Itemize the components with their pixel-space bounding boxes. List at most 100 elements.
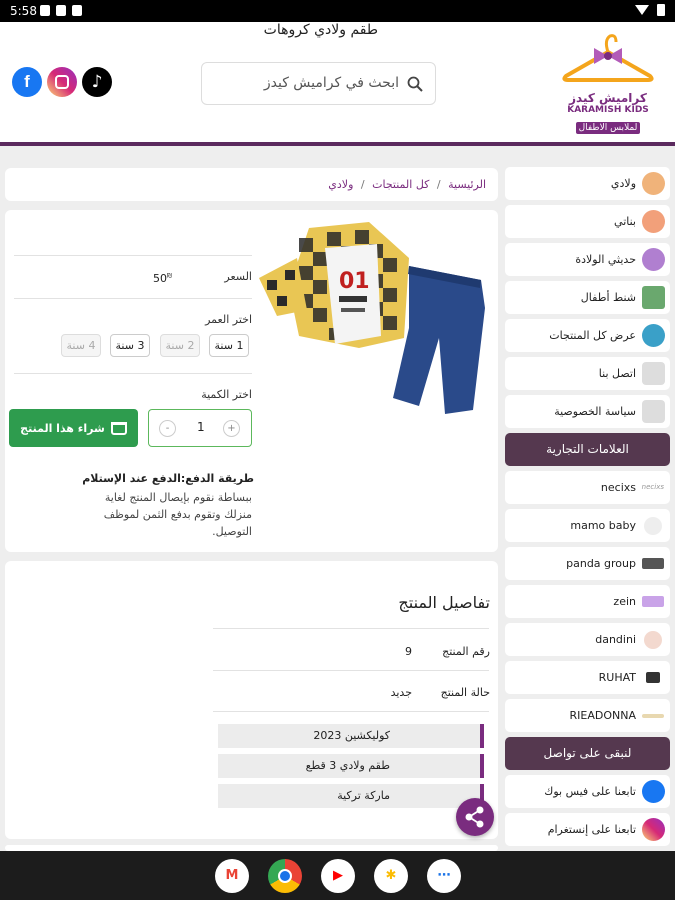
sidebar-item-label: عرض كل المنتجات bbox=[549, 329, 636, 342]
status-bar: 5:58 bbox=[0, 0, 675, 22]
brand-item-mamo-baby[interactable]: mamo baby bbox=[505, 509, 670, 542]
contact-heading: لنبقى على تواصل bbox=[505, 737, 670, 770]
share-icon bbox=[465, 806, 484, 828]
brand-item-ruhat[interactable]: RUHAT bbox=[505, 661, 670, 694]
notification-icons bbox=[40, 5, 82, 16]
breadcrumb-home[interactable]: الرئيسية bbox=[448, 178, 486, 191]
sidebar-item-newborn[interactable]: حديثي الولادة bbox=[505, 243, 670, 276]
sidebar-item-bags[interactable]: شنط أطفال bbox=[505, 281, 670, 314]
brand-label: mamo baby bbox=[570, 519, 636, 532]
app-drawer-icon[interactable]: ⋯ bbox=[427, 859, 461, 893]
brand-label: dandini bbox=[595, 633, 636, 646]
detail-label: رقم المنتج bbox=[442, 645, 490, 658]
sidebar-item-label: بناتي bbox=[614, 215, 636, 228]
ruhat-logo bbox=[646, 672, 660, 683]
bag-icon bbox=[642, 286, 665, 309]
boy-icon bbox=[642, 172, 665, 195]
sidebar-item-label: سياسة الخصوصية bbox=[554, 405, 636, 418]
detail-label: حالة المنتج bbox=[440, 686, 490, 699]
buy-button-label: شراء هذا المنتج bbox=[20, 421, 105, 435]
quantity-decrease-button[interactable]: - bbox=[159, 420, 176, 437]
sidebar-item-label: ولادي bbox=[610, 177, 636, 190]
product-image[interactable]: 01 bbox=[259, 218, 491, 418]
status-time: 5:58 bbox=[10, 4, 37, 18]
logo-english-text: KARAMISH KIDS bbox=[567, 105, 649, 115]
share-button[interactable] bbox=[456, 798, 494, 836]
settings-icon bbox=[40, 5, 50, 16]
breadcrumb-current[interactable]: ولادي bbox=[328, 178, 353, 191]
product-tag[interactable]: كوليكشين 2023 bbox=[218, 724, 484, 748]
buy-button[interactable]: شراء هذا المنتج bbox=[9, 409, 138, 447]
photos-icon[interactable]: ✱ bbox=[374, 859, 408, 893]
settings-icon bbox=[72, 5, 82, 16]
payment-method-text: ببساطة نقوم بإيصال المنتج لغاية منزلك وت… bbox=[103, 491, 252, 538]
sidebar-item-contact[interactable]: اتصل بنا bbox=[505, 357, 670, 390]
brands-heading: العلامات التجارية bbox=[505, 433, 670, 466]
necixs-logo: necixs bbox=[641, 483, 664, 491]
zein-logo bbox=[642, 596, 664, 607]
brand-label: RUHAT bbox=[598, 671, 636, 684]
logo-arabic-text: كراميش كيدز bbox=[569, 91, 647, 105]
search-input[interactable]: ابحث في كراميش كيدز bbox=[201, 62, 436, 105]
sidebar-item-girls[interactable]: بناتي bbox=[505, 205, 670, 238]
instagram-icon[interactable] bbox=[47, 67, 77, 97]
brand-item-panda-group[interactable]: panda group bbox=[505, 547, 670, 580]
hanger-logo-icon bbox=[562, 34, 654, 82]
mamo-baby-logo bbox=[644, 517, 662, 535]
youtube-icon[interactable]: ▶ bbox=[321, 859, 355, 893]
sidebar-item-label: شنط أطفال bbox=[580, 291, 636, 304]
follow-instagram-link[interactable]: تابعنا على إنستغرام bbox=[505, 813, 670, 846]
chrome-icon[interactable] bbox=[268, 859, 302, 893]
logo-tagline: لملابس الاطفال bbox=[575, 122, 641, 134]
payment-method-title: طريقة الدفع:الدفع عند الإستلام bbox=[82, 472, 254, 485]
quantity-increase-button[interactable]: + bbox=[223, 420, 240, 437]
quantity-label: اختر الكمية bbox=[201, 388, 252, 401]
follow-facebook-link[interactable]: تابعنا على فيس بوك bbox=[505, 775, 670, 808]
brand-item-rieadonna[interactable]: RIEADONNA bbox=[505, 699, 670, 732]
product-tag[interactable]: ماركة تركية bbox=[218, 784, 484, 808]
age-option-2[interactable]: 2 سنة bbox=[160, 334, 200, 357]
baby-bottle-icon bbox=[642, 248, 665, 271]
search-placeholder: ابحث في كراميش كيدز bbox=[263, 75, 399, 91]
age-option-4[interactable]: 4 سنة bbox=[61, 334, 101, 357]
contact-label: تابعنا على إنستغرام bbox=[547, 823, 636, 836]
wifi-icon bbox=[635, 5, 649, 15]
sidebar-item-boys[interactable]: ولادي bbox=[505, 167, 670, 200]
detail-value: جديد bbox=[390, 686, 412, 699]
instagram-icon bbox=[642, 818, 665, 841]
product-tag[interactable]: طقم ولادي 3 قطع bbox=[218, 754, 484, 778]
panda-group-logo bbox=[642, 558, 664, 569]
sidebar-item-privacy[interactable]: سياسة الخصوصية bbox=[505, 395, 670, 428]
sidebar-item-all-products[interactable]: عرض كل المنتجات bbox=[505, 319, 670, 352]
cart-icon bbox=[110, 421, 127, 435]
link-icon bbox=[642, 400, 665, 423]
breadcrumb-all-products[interactable]: كل المنتجات bbox=[372, 178, 429, 191]
battery-icon bbox=[657, 4, 665, 16]
link-icon bbox=[642, 362, 665, 385]
facebook-icon[interactable]: f bbox=[12, 67, 42, 97]
site-header: كراميش كيدز KARAMISH KIDS لملابس الاطفال… bbox=[0, 22, 675, 146]
tiktok-icon[interactable]: ♪ bbox=[82, 67, 112, 97]
brand-label: zein bbox=[613, 595, 636, 608]
quantity-stepper[interactable]: + 1 - bbox=[148, 409, 252, 447]
age-label: اختر العمر bbox=[205, 313, 252, 326]
sidebar-item-label: حديثي الولادة bbox=[575, 253, 636, 266]
brand-item-zein[interactable]: zein bbox=[505, 585, 670, 618]
sidebar: ولادي بناتي حديثي الولادة شنط أطفال عرض … bbox=[505, 167, 670, 851]
search-icon[interactable] bbox=[407, 76, 423, 92]
gmail-icon[interactable]: M bbox=[215, 859, 249, 893]
android-nav-bar: M ▶ ✱ ⋯ bbox=[0, 851, 675, 900]
brand-label: panda group bbox=[566, 557, 636, 570]
brand-label: RIEADONNA bbox=[569, 709, 636, 722]
age-option-3[interactable]: 3 سنة bbox=[110, 334, 150, 357]
brand-item-dandini[interactable]: dandini bbox=[505, 623, 670, 656]
product-details-title: تفاصيل المنتج bbox=[398, 593, 490, 612]
svg-text:01: 01 bbox=[339, 269, 370, 294]
brand-item-necixs[interactable]: necixs necixs bbox=[505, 471, 670, 504]
price-label: السعر bbox=[224, 270, 252, 283]
sidebar-item-label: اتصل بنا bbox=[598, 367, 636, 380]
contact-label: تابعنا على فيس بوك bbox=[544, 785, 636, 798]
age-option-1[interactable]: 1 سنة bbox=[209, 334, 249, 357]
price-value: 50₪ bbox=[153, 272, 172, 285]
site-logo[interactable]: كراميش كيدز KARAMISH KIDS لملابس الاطفال bbox=[553, 32, 663, 134]
